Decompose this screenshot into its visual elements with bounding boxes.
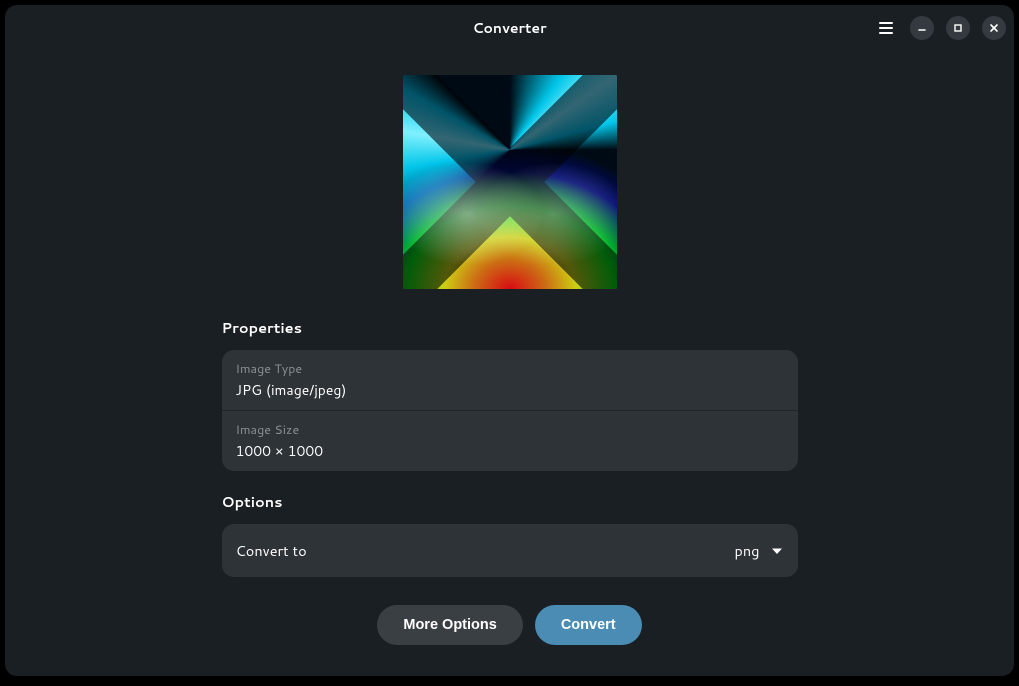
image-size-row: Image Size 1000 × 1000 — [222, 411, 798, 471]
properties-section: Properties Image Type JPG (image/jpeg) I… — [222, 317, 798, 471]
minimize-button[interactable] — [910, 16, 934, 40]
main-content: Properties Image Type JPG (image/jpeg) I… — [5, 51, 1014, 676]
convert-to-value-wrap: png — [735, 540, 784, 561]
hamburger-icon — [878, 20, 894, 36]
chevron-down-icon — [770, 544, 784, 558]
maximize-button[interactable] — [946, 16, 970, 40]
options-heading: Options — [222, 491, 798, 512]
properties-heading: Properties — [222, 317, 798, 338]
options-section: Options Convert to png — [222, 491, 798, 577]
convert-button[interactable]: Convert — [535, 605, 642, 645]
window-title: Converter — [472, 18, 546, 38]
image-type-label: Image Type — [236, 360, 784, 378]
image-size-value: 1000 × 1000 — [236, 441, 784, 461]
image-size-label: Image Size — [236, 421, 784, 439]
close-button[interactable] — [982, 16, 1006, 40]
menu-button[interactable] — [874, 16, 898, 40]
titlebar: Converter — [5, 5, 1014, 51]
convert-to-value: png — [735, 540, 760, 561]
titlebar-controls — [874, 16, 1006, 40]
convert-to-dropdown[interactable]: Convert to png — [222, 524, 798, 577]
app-window: Converter — [5, 5, 1014, 676]
image-type-row: Image Type JPG (image/jpeg) — [222, 350, 798, 411]
properties-list: Image Type JPG (image/jpeg) Image Size 1… — [222, 350, 798, 471]
maximize-icon — [952, 22, 964, 34]
minimize-icon — [916, 22, 928, 34]
more-options-button[interactable]: More Options — [377, 605, 522, 645]
convert-to-label: Convert to — [236, 540, 307, 561]
image-preview — [403, 75, 617, 289]
image-type-value: JPG (image/jpeg) — [236, 380, 784, 400]
action-buttons: More Options Convert — [377, 605, 641, 645]
close-icon — [988, 22, 1000, 34]
